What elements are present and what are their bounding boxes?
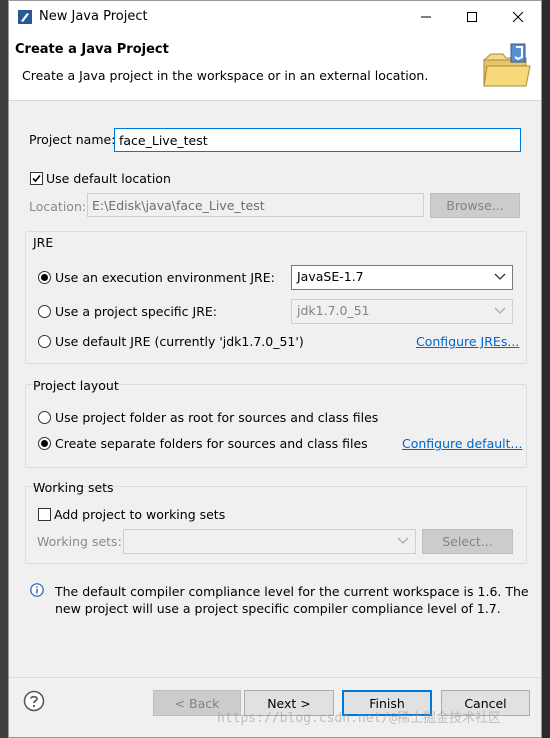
help-icon[interactable]	[23, 690, 45, 712]
watermark: https://blog.csdn.net/@稀土掘金技术社区	[217, 711, 502, 726]
minimize-icon	[421, 16, 431, 17]
add-to-working-sets-checkbox[interactable]	[38, 508, 51, 521]
layout-root-label: Use project folder as root for sources a…	[55, 410, 379, 425]
jre-execution-env-radio[interactable]	[38, 271, 51, 284]
jre-specific-label: Use a project specific JRE:	[55, 304, 217, 319]
eclipse-wizard-icon	[18, 10, 32, 24]
configure-default-link[interactable]: Configure default...	[402, 436, 522, 451]
layout-separate-label: Create separate folders for sources and …	[55, 436, 368, 451]
execution-env-select-value: JavaSE-1.7	[297, 269, 364, 284]
maximize-icon	[467, 11, 477, 22]
project-name-input[interactable]	[114, 128, 521, 152]
execution-env-select[interactable]: JavaSE-1.7	[291, 265, 513, 290]
jre-default-radio[interactable]	[38, 335, 51, 348]
working-sets-label: Working sets:	[37, 534, 122, 549]
specific-jre-select: jdk1.7.0_51	[291, 299, 513, 324]
java-project-folder-icon	[482, 43, 531, 87]
select-working-sets-button: Select...	[422, 529, 513, 554]
chevron-down-icon	[494, 307, 506, 314]
project-layout-group	[25, 384, 527, 468]
use-default-location-label: Use default location	[46, 171, 171, 186]
jre-specific-radio[interactable]	[38, 305, 51, 318]
location-input	[87, 193, 424, 217]
new-java-project-dialog: New Java Project Create a Java Project C…	[8, 0, 542, 738]
maximize-button[interactable]	[449, 1, 495, 32]
jre-default-label: Use default JRE (currently 'jdk1.7.0_51'…	[55, 334, 304, 349]
use-default-location-checkbox[interactable]	[30, 172, 43, 185]
project-name-label: Project name:	[29, 132, 116, 147]
working-sets-group-label: Working sets	[33, 480, 114, 495]
compiler-compliance-message: The default compiler compliance level fo…	[55, 584, 529, 616]
window-title: New Java Project	[39, 9, 148, 24]
project-layout-group-label: Project layout	[33, 378, 119, 393]
layout-root-radio[interactable]	[38, 411, 51, 424]
jre-group-label: JRE	[33, 235, 54, 250]
specific-jre-select-value: jdk1.7.0_51	[297, 303, 370, 318]
minimize-button[interactable]	[403, 1, 449, 32]
footer-separator	[9, 677, 541, 678]
working-sets-select	[123, 529, 416, 554]
close-button[interactable]	[495, 1, 541, 32]
page-title: Create a Java Project	[15, 42, 169, 57]
close-icon	[512, 11, 524, 22]
background-editor-right	[542, 0, 550, 738]
configure-jres-link[interactable]: Configure JREs...	[416, 334, 519, 349]
info-icon	[30, 583, 44, 597]
jre-execution-env-label: Use an execution environment JRE:	[55, 270, 275, 285]
add-to-working-sets-label: Add project to working sets	[54, 507, 226, 522]
chevron-down-icon	[494, 273, 506, 280]
wizard-header: Create a Java Project Create a Java proj…	[9, 32, 541, 101]
location-label: Location:	[29, 199, 87, 214]
chevron-down-icon	[397, 537, 409, 544]
title-bar: New Java Project	[9, 1, 541, 32]
layout-separate-radio[interactable]	[38, 437, 51, 450]
page-description: Create a Java project in the workspace o…	[22, 68, 429, 83]
browse-button: Browse...	[430, 193, 520, 218]
checkmark-icon	[32, 174, 41, 183]
